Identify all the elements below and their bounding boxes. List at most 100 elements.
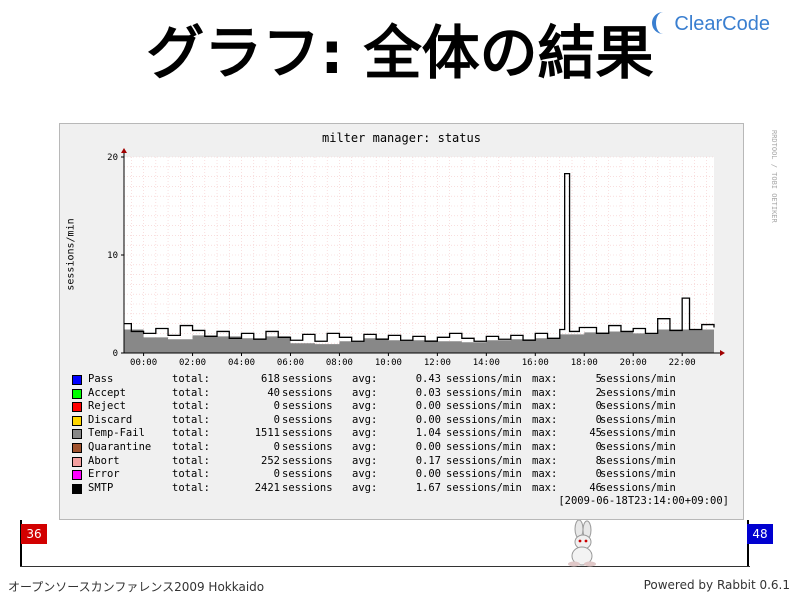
legend-max-label: max: (532, 440, 558, 453)
legend-max-value: 46 (589, 481, 602, 494)
legend-unit: sessions/min (600, 440, 676, 453)
x-tick-label: 18:00 (571, 358, 598, 368)
legend-swatch (72, 456, 82, 467)
legend-max-value: 8 (595, 454, 602, 467)
legend-avg-label: avg: (352, 481, 378, 494)
legend-unit: sessions/min (446, 373, 522, 385)
legend-unit: sessions (282, 468, 333, 481)
legend-swatch (72, 402, 82, 413)
x-tick-label: 10:00 (375, 358, 402, 368)
legend-avg-label: avg: (352, 373, 378, 385)
x-tick-label: 08:00 (326, 358, 353, 368)
x-tick-label: 12:00 (424, 358, 451, 368)
legend-avg-label: avg: (352, 468, 378, 481)
legend-avg-label: avg: (352, 413, 378, 426)
legend-max-value: 0 (595, 400, 602, 413)
legend-avg-label: avg: (352, 427, 378, 440)
legend-swatch (72, 429, 82, 440)
legend-total-label: total: (172, 413, 210, 426)
y-axis-arrow-icon (121, 148, 127, 153)
legend-unit: sessions (282, 481, 333, 494)
legend-avg-value: 0.00 (415, 413, 441, 426)
legend-total-label: total: (172, 427, 210, 440)
legend-total-value: 0 (273, 468, 280, 481)
legend-max-value: 0 (595, 413, 602, 426)
legend-total-value: 0 (273, 413, 280, 426)
legend-unit: sessions/min (600, 400, 676, 413)
clearcode-logo: ClearCode (652, 12, 770, 36)
legend-unit: sessions/min (446, 400, 522, 413)
legend-unit: sessions/min (600, 373, 676, 385)
legend-avg-value: 0.03 (415, 386, 441, 399)
legend-max-label: max: (532, 468, 558, 481)
y-tick-label: 10 (107, 251, 118, 261)
x-tick-label: 00:00 (130, 358, 157, 368)
x-tick-label: 22:00 (669, 358, 696, 368)
legend-unit: sessions/min (446, 386, 522, 399)
legend-name: Error (88, 468, 120, 481)
legend-max-label: max: (532, 454, 558, 467)
rrd-graph: milter manager: status sessions/min RRDT… (59, 123, 778, 520)
legend-avg-value: 0.00 (415, 400, 441, 413)
legend-avg-value: 0.43 (415, 373, 441, 385)
legend-total-label: total: (172, 481, 210, 494)
legend-unit: sessions (282, 400, 333, 413)
legend-unit: sessions (282, 427, 333, 440)
x-tick-label: 02:00 (179, 358, 206, 368)
legend-max-label: max: (532, 373, 558, 385)
legend-unit: sessions/min (600, 481, 676, 494)
legend-max-label: max: (532, 400, 558, 413)
graph-plot: 0 10 20 00:00 02:00 04:00 06:00 08:00 10:00 12:00… (107, 148, 725, 368)
legend-total-label: total: (172, 440, 210, 453)
legend-avg-value: 0.00 (415, 440, 441, 453)
legend-unit: sessions/min (600, 386, 676, 399)
logo-mark-icon (652, 12, 672, 34)
legend-unit: sessions/min (446, 454, 522, 467)
legend-avg-value: 1.04 (415, 427, 441, 440)
x-axis-arrow-icon (720, 350, 725, 356)
x-tick-label: 20:00 (620, 358, 647, 368)
legend-unit: sessions (282, 454, 333, 467)
legend-total-value: 618 (261, 373, 280, 385)
footer-powered-by: Powered by Rabbit 0.6.1 (643, 578, 790, 592)
legend-name: Quarantine (88, 440, 152, 453)
legend-name: Pass (88, 373, 114, 385)
legend-unit: sessions/min (600, 427, 676, 440)
legend-name: Reject (88, 400, 126, 413)
legend-max-value: 5 (595, 373, 602, 385)
legend-swatch (72, 442, 82, 453)
legend-avg-value: 1.67 (415, 481, 441, 494)
legend-avg-label: avg: (352, 386, 378, 399)
legend-total-label: total: (172, 386, 210, 399)
legend-max-label: max: (532, 481, 558, 494)
graph-timestamp: [2009-06-18T23:14:00+09:00] (558, 495, 729, 507)
x-tick-label: 14:00 (473, 358, 500, 368)
legend-total-value: 2421 (254, 481, 280, 494)
y-tick-label: 20 (107, 153, 118, 163)
legend-max-value: 45 (589, 427, 602, 440)
legend-avg-label: avg: (352, 440, 378, 453)
rabbit-icon (568, 520, 596, 567)
legend-unit: sessions/min (446, 468, 522, 481)
legend-unit: sessions/min (446, 481, 522, 494)
legend-total-value: 40 (267, 386, 280, 399)
legend-swatch (72, 388, 82, 399)
legend-unit: sessions/min (446, 427, 522, 440)
y-tick-label: 0 (113, 349, 118, 359)
legend-total-label: total: (172, 454, 210, 467)
x-tick-label: 04:00 (228, 358, 255, 368)
legend-unit: sessions (282, 386, 333, 399)
legend-swatch (72, 375, 82, 385)
legend-swatch (72, 470, 82, 481)
legend-name: SMTP (88, 481, 114, 494)
legend-max-label: max: (532, 427, 558, 440)
footer-event-name: オープンソースカンファレンス2009 Hokkaido (8, 580, 265, 594)
legend-avg-label: avg: (352, 454, 378, 467)
legend-unit: sessions/min (446, 413, 522, 426)
legend-name: Discard (88, 413, 133, 426)
legend-unit: sessions/min (600, 454, 676, 467)
legend-total-value: 0 (273, 400, 280, 413)
legend-max-value: 0 (595, 440, 602, 453)
legend-max-value: 2 (595, 386, 602, 399)
x-tick-label: 16:00 (522, 358, 549, 368)
